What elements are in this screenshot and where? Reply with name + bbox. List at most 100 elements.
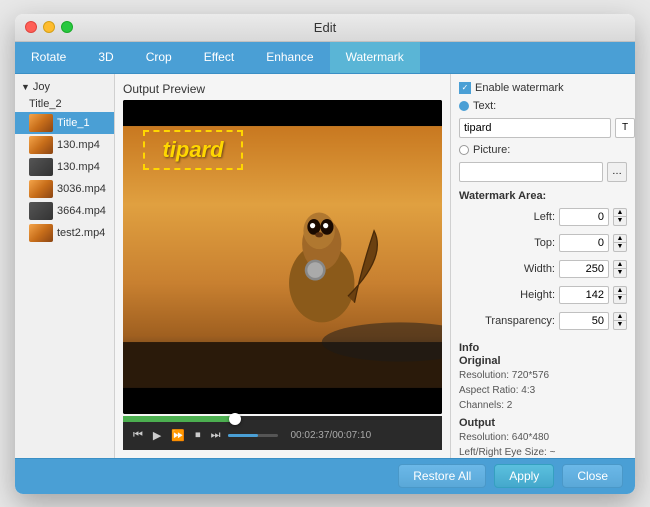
left-input[interactable]	[559, 208, 609, 226]
list-item[interactable]: Title_1	[15, 112, 114, 134]
text-label: Text:	[473, 100, 496, 112]
height-label: Height:	[520, 289, 555, 301]
picture-radio[interactable]	[459, 145, 469, 155]
time-total: 00:07:10	[332, 430, 371, 441]
toolbar: Rotate 3D Crop Effect Enhance Watermark	[15, 42, 635, 74]
watermark-text-overlay: tipard	[162, 137, 223, 163]
transparency-field-row: Transparency: ▲ ▼	[459, 312, 627, 330]
top-step-up[interactable]: ▲	[613, 234, 627, 243]
progress-bar-container[interactable]	[123, 416, 442, 422]
close-button[interactable]: Close	[562, 464, 623, 488]
list-item[interactable]: test2.mp4	[15, 222, 114, 244]
left-field-row: Left: ▲ ▼	[459, 208, 627, 226]
watermark-area-section-title: Watermark Area:	[459, 190, 627, 202]
play-button[interactable]: ▶	[151, 427, 163, 444]
height-input[interactable]	[559, 286, 609, 304]
list-item[interactable]: 130.mp4	[15, 134, 114, 156]
file-name: 3664.mp4	[57, 205, 106, 217]
check-icon: ✓	[462, 84, 469, 92]
height-stepper: ▲ ▼	[613, 286, 627, 304]
height-step-down[interactable]: ▼	[613, 294, 627, 304]
minimize-traffic-light[interactable]	[43, 21, 55, 33]
width-step-up[interactable]: ▲	[613, 260, 627, 269]
toolbar-rotate[interactable]: Rotate	[15, 42, 82, 73]
file-name: 3036.mp4	[57, 183, 106, 195]
text-input-row: T 🎨	[459, 118, 627, 138]
enable-watermark-checkbox[interactable]: ✓	[459, 82, 471, 94]
top-step-down[interactable]: ▼	[613, 242, 627, 252]
bottom-action-bar: Restore All Apply Close	[15, 458, 635, 494]
height-step-up[interactable]: ▲	[613, 286, 627, 295]
top-input[interactable]	[559, 234, 609, 252]
skip-back-button[interactable]: ⏮	[131, 427, 145, 444]
file-name: 130.mp4	[57, 139, 100, 151]
list-item[interactable]: 3036.mp4	[15, 178, 114, 200]
watermark-box[interactable]: tipard	[143, 130, 243, 170]
transparency-step-down[interactable]: ▼	[613, 320, 627, 330]
width-field-row: Width: ▲ ▼	[459, 260, 627, 278]
height-field-row: Height: ▲ ▼	[459, 286, 627, 304]
toolbar-crop[interactable]: Crop	[130, 42, 188, 73]
file-thumbnail	[29, 180, 53, 198]
output-resolution: Resolution: 640*480	[459, 430, 627, 445]
file-list: ▼ Joy Title_2 Title_1 130.mp4 130.mp4 30…	[15, 74, 115, 458]
close-traffic-light[interactable]	[25, 21, 37, 33]
video-container: tipard	[123, 100, 442, 414]
file-thumbnail	[29, 224, 53, 242]
volume-slider[interactable]	[228, 434, 278, 437]
original-aspect: Aspect Ratio: 4:3	[459, 383, 627, 398]
toolbar-enhance[interactable]: Enhance	[250, 42, 329, 73]
stop-button[interactable]: ⏹	[193, 427, 203, 444]
picture-input-row: …	[459, 162, 627, 182]
file-name: Title_2	[29, 98, 62, 110]
transparency-label: Transparency:	[485, 315, 555, 327]
text-format-button[interactable]: T	[615, 118, 635, 138]
top-label: Top:	[534, 237, 555, 249]
watermark-text-input[interactable]	[459, 118, 611, 138]
time-current: 00:02:37	[290, 430, 329, 441]
original-channels: Channels: 2	[459, 398, 627, 413]
output-preview-label: Output Preview	[123, 82, 442, 96]
width-input[interactable]	[559, 260, 609, 278]
apply-button[interactable]: Apply	[494, 464, 554, 488]
restore-all-button[interactable]: Restore All	[398, 464, 486, 488]
picture-browse-button[interactable]: …	[607, 162, 627, 182]
file-name: test2.mp4	[57, 227, 105, 239]
left-step-up[interactable]: ▲	[613, 208, 627, 217]
list-item[interactable]: 3664.mp4	[15, 200, 114, 222]
toolbar-3d[interactable]: 3D	[82, 42, 129, 73]
file-thumbnail	[29, 202, 53, 220]
width-step-down[interactable]: ▼	[613, 268, 627, 278]
file-thumbnail	[29, 114, 53, 132]
top-stepper: ▲ ▼	[613, 234, 627, 252]
transparency-step-up[interactable]: ▲	[613, 312, 627, 321]
fast-forward-button[interactable]: ⏩	[169, 427, 187, 444]
picture-path-input[interactable]	[459, 162, 603, 182]
list-item[interactable]: 130.mp4	[15, 156, 114, 178]
progress-knob[interactable]	[229, 413, 241, 425]
enable-watermark-label: Enable watermark	[475, 82, 564, 94]
text-radio[interactable]	[459, 101, 469, 111]
file-group-joy[interactable]: ▼ Joy	[15, 78, 114, 96]
window-title: Edit	[314, 20, 336, 35]
file-thumbnail	[29, 158, 53, 176]
content-area: ▼ Joy Title_2 Title_1 130.mp4 130.mp4 30…	[15, 74, 635, 458]
top-field-row: Top: ▲ ▼	[459, 234, 627, 252]
transparency-input[interactable]	[559, 312, 609, 330]
toolbar-effect[interactable]: Effect	[188, 42, 250, 73]
traffic-lights	[25, 21, 73, 33]
skip-forward-button[interactable]: ⏭	[209, 427, 223, 444]
right-panel: ✓ Enable watermark Text: T 🎨 Picture:	[450, 74, 635, 458]
controls-bar: ⏮ ▶ ⏩ ⏹ ⏭ 00:02:37/00:07:10	[123, 422, 442, 450]
width-label: Width:	[524, 263, 555, 275]
title-bar: Edit	[15, 14, 635, 42]
volume-fill	[228, 434, 258, 437]
group-arrow-icon: ▼	[21, 82, 30, 92]
file-name: Title_1	[57, 117, 90, 129]
toolbar-watermark[interactable]: Watermark	[330, 42, 420, 73]
left-step-down[interactable]: ▼	[613, 216, 627, 226]
time-display: 00:02:37/00:07:10	[290, 430, 371, 441]
list-item[interactable]: Title_2	[15, 96, 114, 112]
maximize-traffic-light[interactable]	[61, 21, 73, 33]
enable-watermark-row: ✓ Enable watermark	[459, 82, 627, 94]
